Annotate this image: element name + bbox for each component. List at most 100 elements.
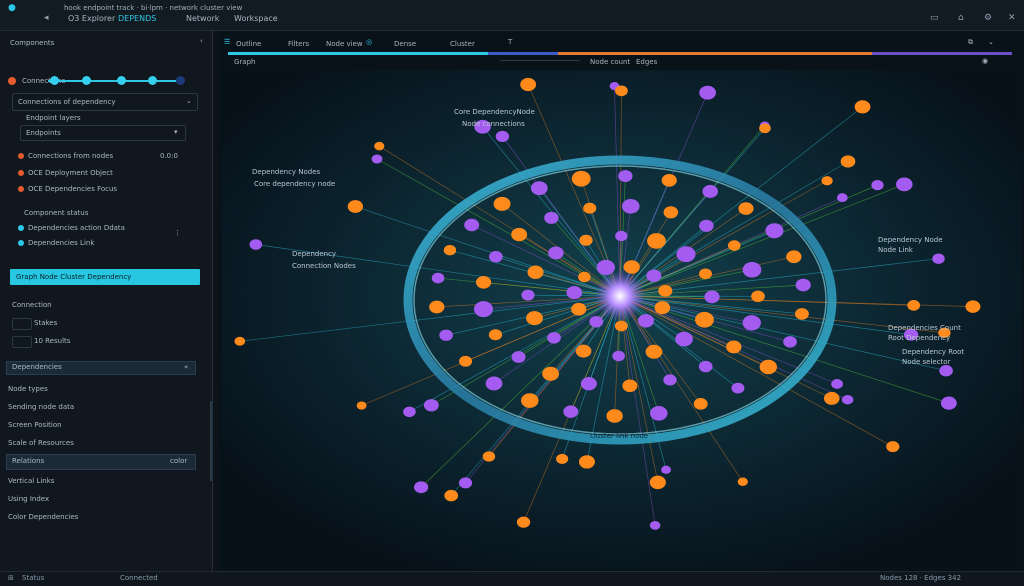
graph-node[interactable]: [760, 360, 777, 374]
expand-icon[interactable]: ⋮: [174, 229, 181, 237]
slider-handle[interactable]: [176, 76, 185, 85]
back-icon[interactable]: ◂: [44, 13, 49, 23]
graph-node[interactable]: [464, 219, 479, 231]
graph-node[interactable]: [646, 269, 661, 281]
graph-node[interactable]: [655, 301, 671, 314]
chevron-icon[interactable]: ▾: [174, 128, 178, 136]
sidebar-field[interactable]: [12, 93, 198, 111]
graph-node[interactable]: [571, 303, 586, 316]
graph-node[interactable]: [521, 393, 538, 408]
settings-icon[interactable]: ⚙: [984, 13, 992, 23]
graph-node[interactable]: [615, 321, 628, 332]
graph-node[interactable]: [650, 406, 668, 421]
graph-node[interactable]: [615, 231, 627, 241]
graph-node[interactable]: [675, 332, 693, 347]
graph-node[interactable]: [650, 476, 666, 489]
tab-explorer[interactable]: O3 Explorer: [68, 12, 115, 26]
graph-node[interactable]: [795, 308, 809, 320]
graph-node[interactable]: [612, 351, 625, 361]
slider-handle[interactable]: [82, 76, 91, 85]
graph-node[interactable]: [374, 142, 384, 150]
graph-node[interactable]: [647, 233, 666, 249]
tab-network[interactable]: Network: [186, 12, 219, 26]
graph-node[interactable]: [728, 240, 741, 250]
graph-node[interactable]: [357, 401, 367, 409]
graph-node[interactable]: [751, 291, 765, 302]
graph-node[interactable]: [855, 100, 871, 113]
graph-node[interactable]: [650, 521, 661, 530]
slider-handle[interactable]: [148, 76, 157, 85]
graph-node[interactable]: [694, 398, 708, 410]
minimize-icon[interactable]: ▭: [930, 13, 939, 23]
graph-node[interactable]: [646, 345, 663, 359]
graph-node[interactable]: [695, 312, 714, 328]
graph-node[interactable]: [662, 174, 677, 187]
graph-node[interactable]: [743, 262, 762, 278]
graph-node[interactable]: [583, 203, 596, 214]
list-item[interactable]: Color Dependencies: [8, 513, 78, 521]
graph-node[interactable]: [759, 123, 771, 133]
graph-node[interactable]: [796, 279, 811, 292]
tab-workspace[interactable]: Workspace: [234, 12, 278, 26]
graph-node[interactable]: [517, 517, 530, 528]
graph-node[interactable]: [664, 206, 679, 218]
graph-node[interactable]: [841, 155, 856, 167]
graph-node[interactable]: [699, 361, 713, 372]
graph-node[interactable]: [622, 199, 640, 214]
graph-node[interactable]: [520, 78, 536, 91]
graph-node[interactable]: [526, 311, 543, 325]
graph-node[interactable]: [907, 300, 920, 311]
zoom-icon[interactable]: ⧉: [968, 38, 973, 47]
graph-node[interactable]: [512, 351, 526, 363]
graph-node[interactable]: [531, 181, 548, 195]
graph-node[interactable]: [579, 235, 592, 246]
graph-node[interactable]: [699, 268, 712, 279]
graph-node[interactable]: [414, 481, 428, 493]
maximize-icon[interactable]: ⌂: [958, 13, 964, 23]
list-item[interactable]: Scale of Resources: [8, 439, 74, 447]
graph-node[interactable]: [444, 490, 458, 501]
graph-node[interactable]: [581, 377, 597, 390]
graph-node[interactable]: [831, 379, 843, 389]
graph-node[interactable]: [572, 171, 591, 187]
graph-node[interactable]: [638, 314, 654, 327]
network-graph[interactable]: Core DependencyNode Node connections Dep…: [222, 70, 1022, 570]
graph-node[interactable]: [677, 246, 696, 262]
graph-node[interactable]: [661, 466, 671, 474]
graph-node[interactable]: [494, 197, 511, 211]
graph-node[interactable]: [622, 380, 637, 393]
graph-node[interactable]: [496, 131, 509, 142]
graph-node[interactable]: [699, 220, 714, 232]
sidebar-item[interactable]: Connections from nodes: [28, 152, 113, 160]
graph-node[interactable]: [563, 405, 578, 417]
graph-node[interactable]: [738, 478, 748, 487]
eye-icon[interactable]: ◉: [982, 57, 988, 65]
graph-node[interactable]: [743, 315, 761, 330]
slider-handle[interactable]: [117, 76, 126, 85]
graph-node[interactable]: [556, 454, 568, 464]
toolbar-item-node-view[interactable]: Node view: [326, 40, 363, 48]
graph-node[interactable]: [842, 395, 853, 405]
graph-node[interactable]: [837, 193, 848, 202]
sidebar-item[interactable]: OCE Deployment Object: [28, 169, 113, 177]
close-icon[interactable]: ✕: [1008, 13, 1016, 23]
graph-node[interactable]: [444, 245, 456, 255]
graph-node[interactable]: [871, 180, 883, 190]
graph-node[interactable]: [489, 251, 503, 262]
graph-node[interactable]: [547, 332, 561, 343]
graph-node[interactable]: [566, 286, 582, 299]
graph-node[interactable]: [576, 345, 592, 358]
more-icon[interactable]: ⌄: [988, 38, 994, 46]
graph-node[interactable]: [486, 377, 503, 391]
graph-node[interactable]: [738, 202, 753, 215]
graph-node[interactable]: [432, 273, 445, 284]
sidebar-item[interactable]: Dependencies Link: [28, 239, 94, 247]
sidebar-item[interactable]: Endpoint layers: [26, 114, 81, 122]
graph-node[interactable]: [699, 86, 716, 100]
list-item[interactable]: Node types: [8, 385, 48, 393]
graph-node[interactable]: [544, 212, 558, 224]
graph-node[interactable]: [589, 316, 603, 327]
graph-node[interactable]: [483, 451, 495, 461]
graph-node[interactable]: [765, 223, 783, 238]
slider-handle[interactable]: [50, 76, 59, 85]
